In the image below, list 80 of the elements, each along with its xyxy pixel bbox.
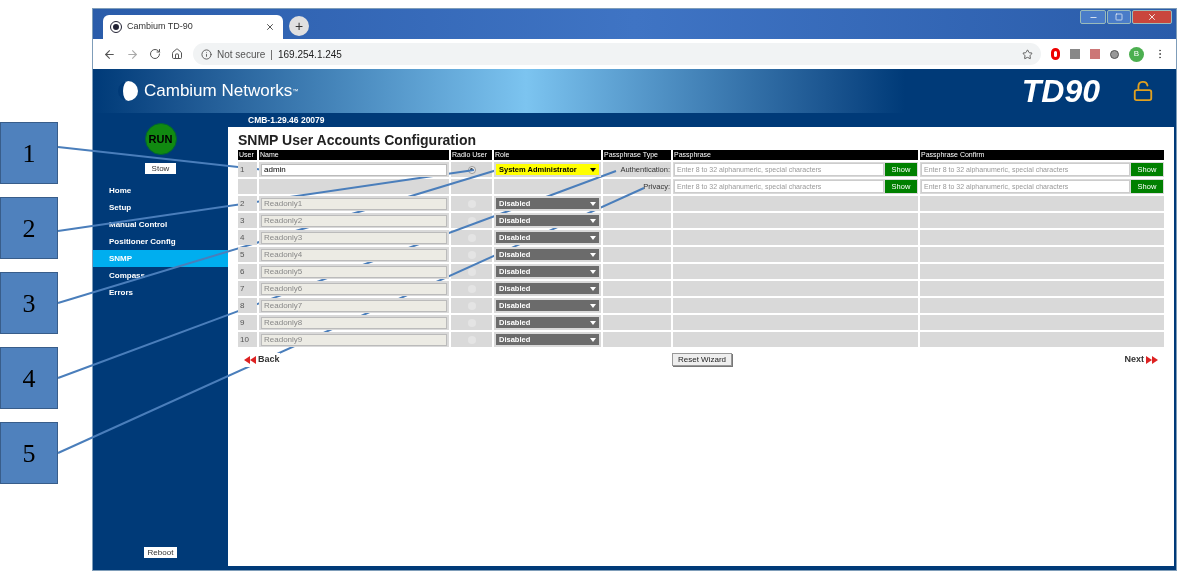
star-icon[interactable] (1022, 48, 1033, 60)
radio-button[interactable] (467, 216, 476, 225)
table-cell (603, 298, 671, 313)
url-text: 169.254.1.245 (277, 47, 343, 62)
table-cell: 9 (238, 315, 257, 330)
info-icon (201, 48, 212, 60)
lock-icon[interactable] (1132, 80, 1154, 102)
caret-icon (590, 286, 596, 291)
caret-icon (590, 218, 596, 223)
caret-icon (590, 269, 596, 274)
new-tab-button[interactable]: + (289, 16, 309, 36)
nav-item[interactable]: Compass (93, 267, 228, 284)
table-cell: 4 (238, 230, 257, 245)
reload-icon[interactable] (149, 48, 161, 60)
table-cell (603, 281, 671, 296)
table-cell: 1 (238, 162, 257, 177)
tab-favicon-icon (111, 22, 121, 32)
table-cell (603, 247, 671, 262)
back-icon[interactable] (103, 47, 116, 61)
maximize-button[interactable] (1107, 10, 1131, 24)
table-cell: 7 (238, 281, 257, 296)
table-cell (603, 264, 671, 279)
table-cell: 2 (238, 196, 257, 211)
caret-icon (590, 235, 596, 240)
name-field[interactable]: admin (261, 163, 447, 176)
status-indicator: RUN (144, 123, 177, 155)
nav-item[interactable]: Home (93, 182, 228, 199)
table-cell (603, 213, 671, 228)
table-cell (603, 230, 671, 245)
callout-label: 5 (0, 422, 58, 484)
caret-icon (590, 201, 596, 206)
address-separator: | (270, 47, 273, 62)
table-cell (603, 196, 671, 211)
home-icon[interactable] (171, 48, 183, 60)
page-title: SNMP User Accounts Configuration (238, 132, 478, 149)
radio-button[interactable] (467, 267, 476, 276)
close-icon (1147, 12, 1157, 22)
table-cell (603, 332, 671, 347)
close-button[interactable] (1132, 10, 1172, 24)
table-cell: 8 (238, 298, 257, 313)
forward-icon[interactable] (126, 47, 139, 61)
table-cell: 3 (238, 213, 257, 228)
callout-label: 2 (0, 197, 58, 259)
callout-label: 4 (0, 347, 58, 409)
stow-button[interactable]: Stow (144, 163, 177, 174)
address-bar[interactable]: Not secure | 169.254.1.245 (193, 43, 1041, 65)
table-cell: 6 (238, 264, 257, 279)
model-title: TD90 (1021, 72, 1100, 111)
browser-tab[interactable]: Cambium TD-90 (103, 15, 283, 39)
maximize-icon (1115, 13, 1123, 21)
caret-icon (590, 337, 596, 342)
security-label: Not secure (217, 47, 266, 62)
radio-button[interactable] (467, 165, 476, 174)
table-cell: 5 (238, 247, 257, 262)
next-link[interactable]: Next (1124, 353, 1158, 367)
logo-icon (118, 81, 138, 101)
table-cell (238, 179, 257, 194)
reboot-button[interactable]: Reboot (143, 547, 178, 558)
minimize-button[interactable] (1080, 10, 1106, 24)
extension-icon[interactable] (1051, 48, 1060, 60)
callout-label: 1 (0, 122, 58, 184)
profile-avatar[interactable]: B (1129, 46, 1144, 62)
nav-item[interactable]: Positioner Config (93, 233, 228, 250)
caret-icon (590, 320, 596, 325)
nav-item[interactable]: Setup (93, 199, 228, 216)
double-arrow-left-icon (244, 355, 256, 364)
close-icon[interactable] (265, 22, 275, 32)
brand-name: Cambium Networks$^{™}$ (144, 80, 299, 103)
version-label: CMB-1.29.46 20079 (247, 114, 326, 127)
caret-icon (590, 303, 596, 308)
nav-item[interactable]: Errors (93, 284, 228, 301)
caret-icon (590, 167, 596, 172)
reset-wizard-button[interactable]: Reset Wizard (672, 353, 732, 367)
table-cell (603, 315, 671, 330)
double-arrow-right-icon (1146, 355, 1158, 364)
back-link[interactable]: Back (244, 353, 280, 367)
table-cell: 10 (238, 332, 257, 347)
table-cell (451, 179, 492, 194)
caret-icon (590, 252, 596, 257)
callout-label: 3 (0, 272, 58, 334)
